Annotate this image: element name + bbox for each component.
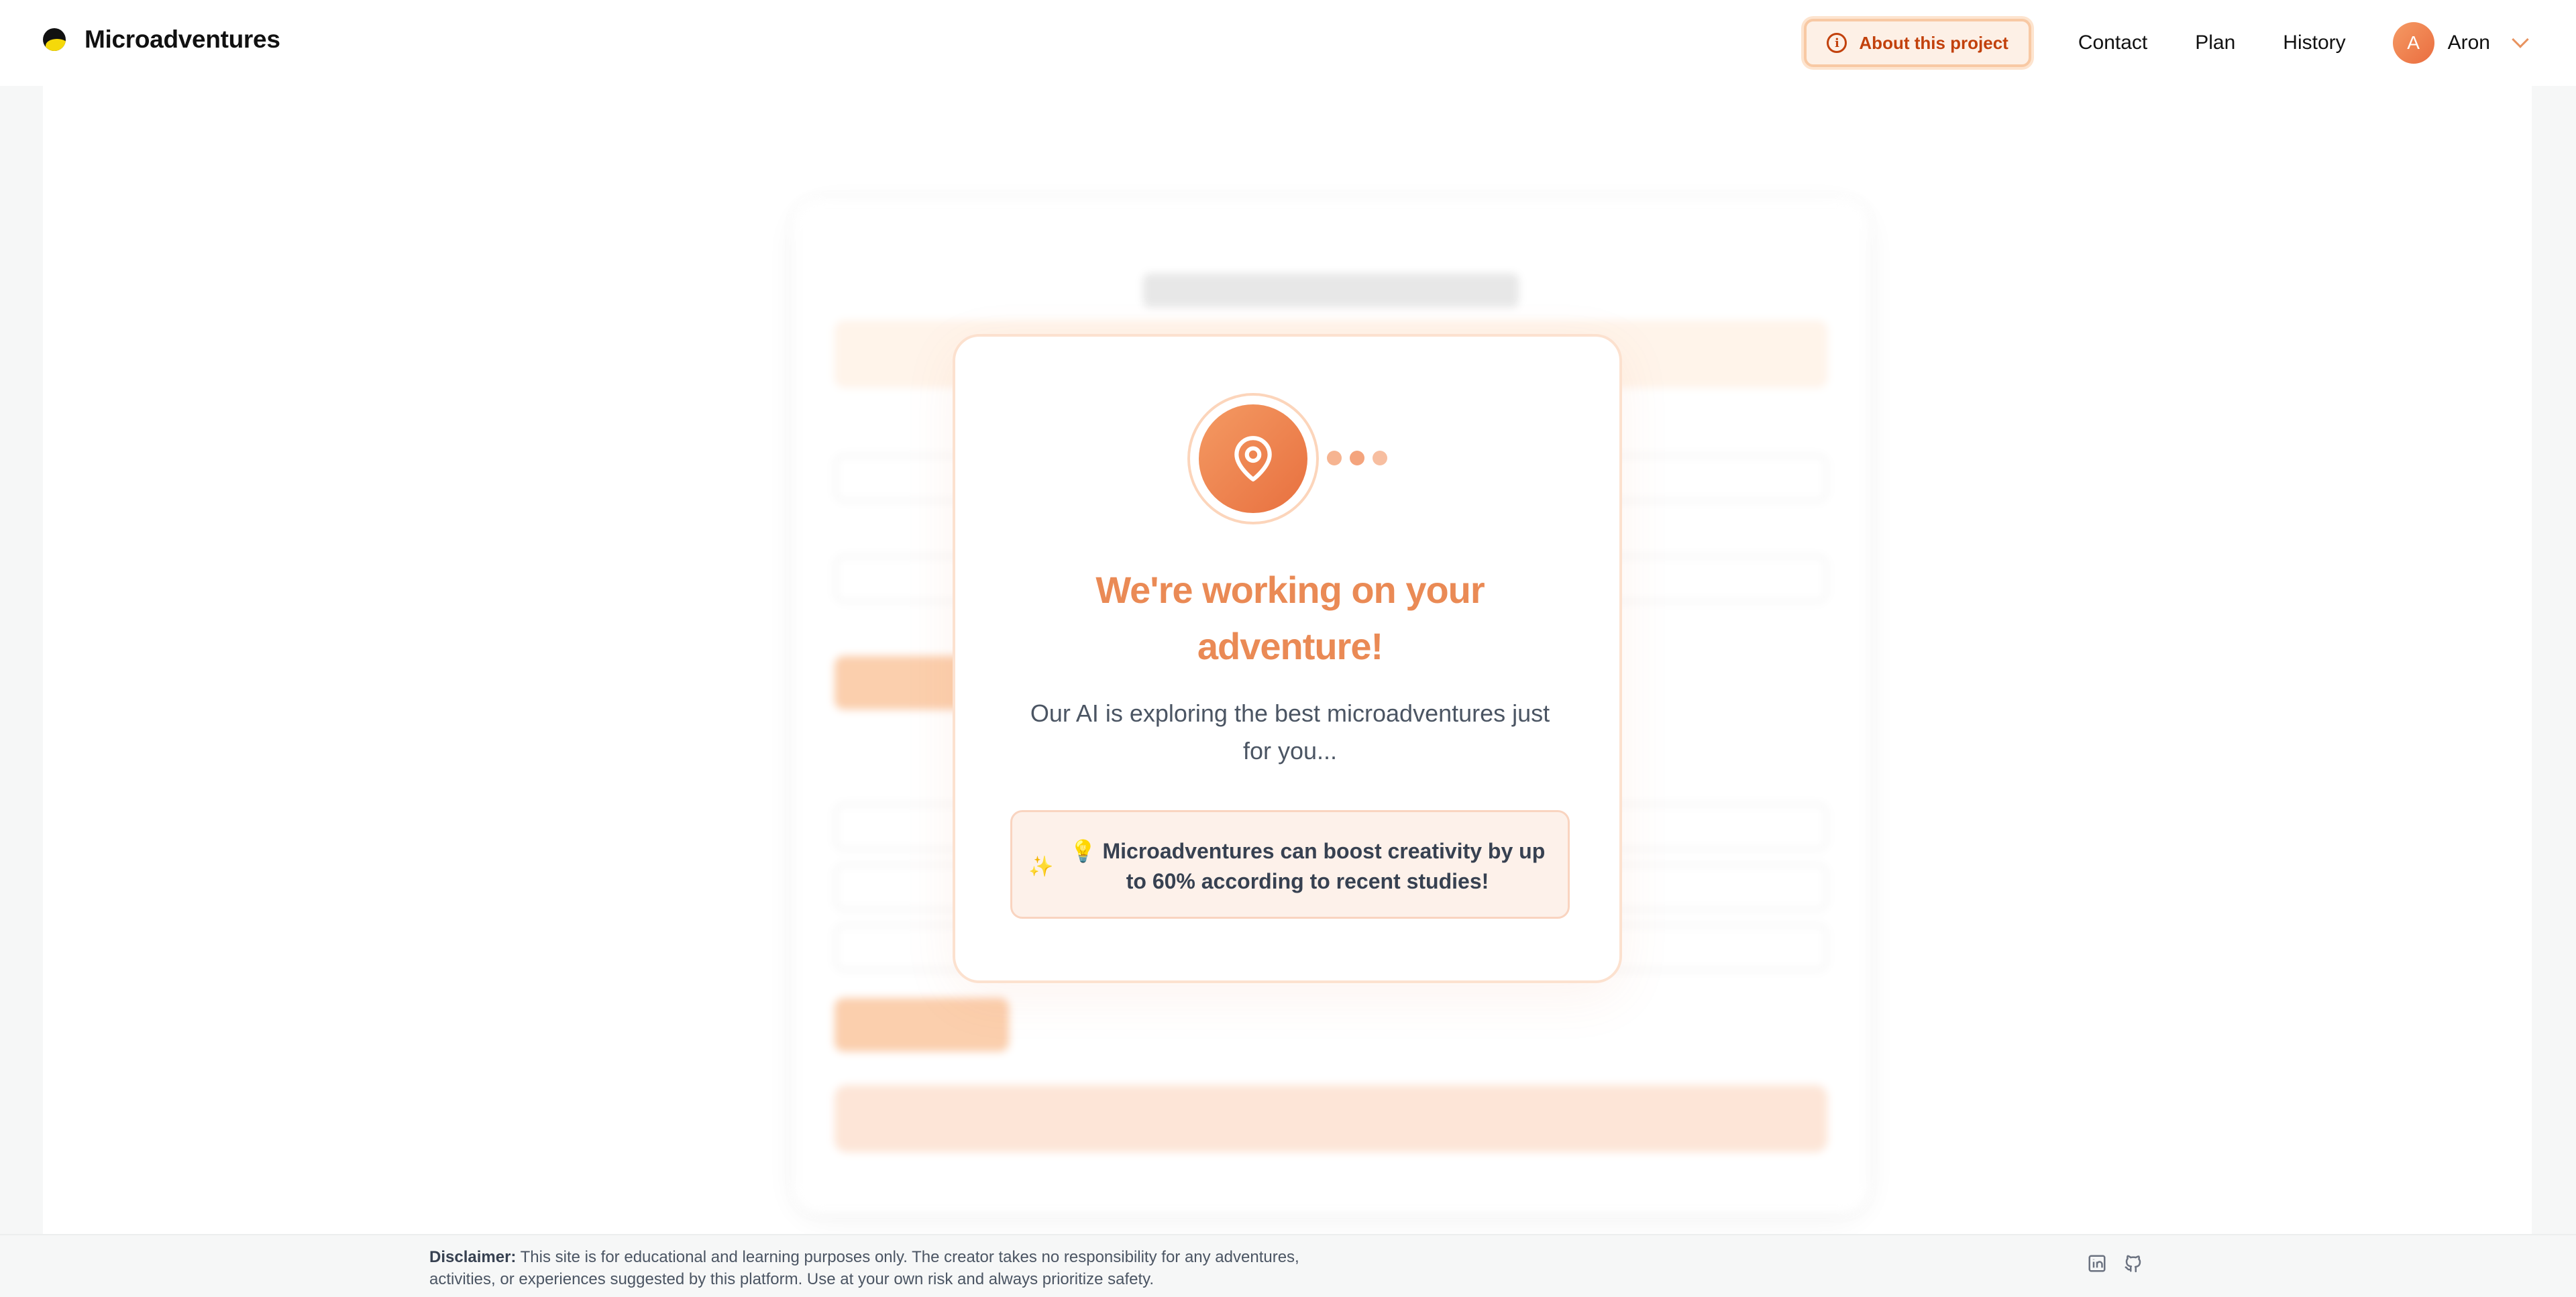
modal-title: We're working on your adventure! (1095, 569, 1485, 667)
loading-dot (1373, 451, 1387, 465)
linkedin-icon[interactable] (2086, 1253, 2108, 1274)
loading-dot (1327, 451, 1342, 465)
about-project-label: About this project (1859, 32, 2008, 53)
top-nav-bar: Microadventures i About this project Con… (0, 0, 2576, 86)
loading-dots (1327, 451, 1387, 465)
fun-fact-box: ✨ 💡 Microadventures can boost creativity… (1010, 810, 1570, 919)
github-icon[interactable] (2123, 1253, 2144, 1274)
brand[interactable]: Microadventures (43, 25, 280, 54)
user-name: Aron (2447, 32, 2490, 54)
nav-link-history[interactable]: History (2283, 32, 2345, 54)
map-pin-icon (1234, 436, 1272, 482)
brand-name: Microadventures (85, 25, 280, 53)
nav-menu: i About this project Contact Plan Histor… (1804, 19, 2529, 67)
sparkle-icon: ✨ (1028, 855, 1054, 879)
loader-circle (1199, 404, 1307, 513)
blurred-button (835, 998, 1009, 1052)
lightbulb-icon: 💡 (1069, 838, 1097, 864)
blurred-submit (835, 1085, 1827, 1152)
modal-subtitle: Our AI is exploring the best microadvent… (1030, 699, 1550, 765)
disclaimer-text: This site is for educational and learnin… (429, 1248, 1299, 1288)
avatar: A (2392, 22, 2434, 64)
blurred-title (1143, 274, 1519, 307)
info-icon: i (1827, 33, 1847, 53)
loading-modal: We're working on your adventure! Our AI … (953, 334, 1622, 983)
loading-dot (1350, 451, 1364, 465)
loader-ring (1187, 393, 1319, 524)
footer: Disclaimer: This site is for educational… (0, 1234, 2576, 1297)
disclaimer: Disclaimer: This site is for educational… (429, 1246, 1355, 1290)
fun-fact: 💡 Microadventures can boost creativity b… (1059, 836, 1556, 897)
logo-icon (43, 28, 66, 51)
social-links (2086, 1253, 2144, 1274)
user-menu[interactable]: A Aron (2392, 22, 2529, 64)
nav-link-plan[interactable]: Plan (2195, 32, 2235, 54)
nav-link-contact[interactable]: Contact (2078, 32, 2147, 54)
chevron-down-icon (2512, 31, 2529, 48)
disclaimer-label: Disclaimer: (429, 1248, 517, 1266)
about-project-button[interactable]: i About this project (1804, 19, 2031, 67)
fun-fact-text: Microadventures can boost creativity by … (1102, 839, 1546, 893)
